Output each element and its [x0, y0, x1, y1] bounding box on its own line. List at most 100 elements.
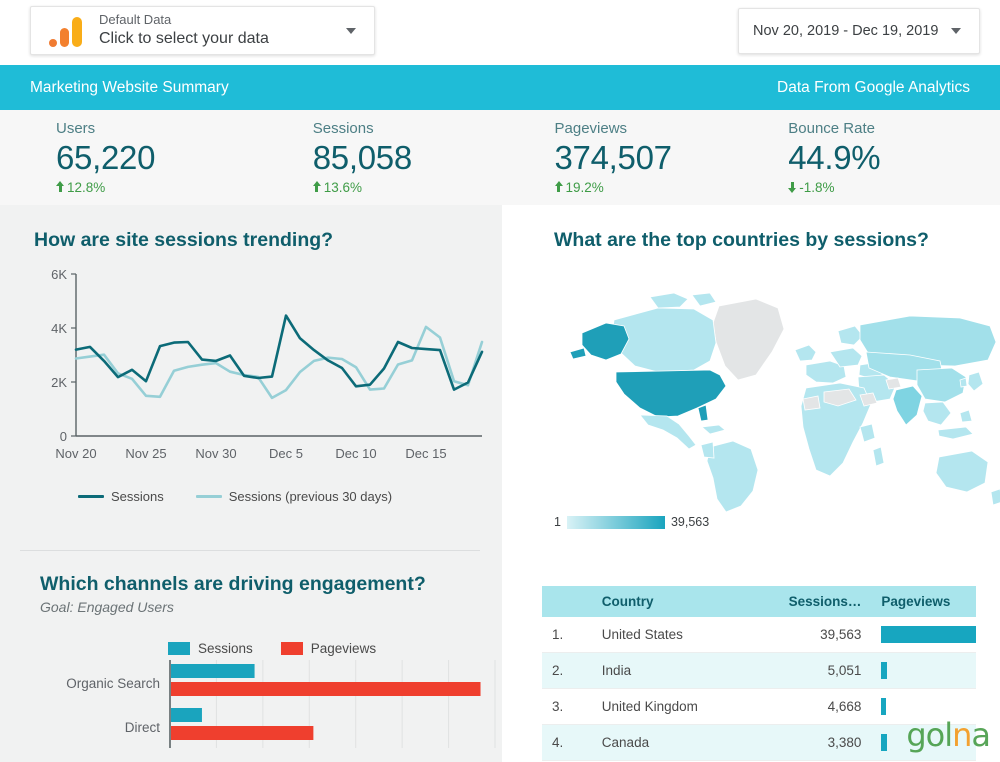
- watermark-logo: golna: [906, 716, 991, 754]
- pageviews-bar: [881, 662, 888, 679]
- arrow-up-icon: [312, 181, 321, 193]
- column-header-country[interactable]: Country: [601, 586, 752, 617]
- watermark-text-2: l: [944, 716, 953, 754]
- cell-country: United Kingdom: [601, 688, 752, 725]
- bar-chart-canvas[interactable]: Organic Search Direct: [40, 656, 496, 753]
- cell-country: India: [601, 652, 752, 689]
- scorecard-delta-value: 19.2%: [565, 179, 604, 195]
- cell-sessions: 4,668: [751, 688, 874, 725]
- scorecard-value: 374,507: [554, 139, 672, 176]
- arrow-down-icon: [788, 181, 797, 194]
- scorecard-delta: 12.8%: [56, 180, 268, 195]
- column-header-pageviews[interactable]: Pageviews: [873, 586, 976, 617]
- scorecard-value: 85,058: [312, 139, 412, 176]
- cell-sessions: 5,051: [751, 652, 874, 689]
- watermark-text-1: go: [906, 716, 945, 754]
- scorecard-label: Users: [56, 120, 96, 137]
- kpi-scorecard-row: Users 65,220 12.8% Sessions 85,058 13.6%…: [0, 110, 1000, 205]
- sessions-trend-chart-block: How are site sessions trending? 0 2K 4K 6K N…: [0, 205, 502, 504]
- world-map-svg: [569, 292, 1000, 513]
- column-header-sessions[interactable]: Sessions…: [751, 586, 874, 617]
- scorecard-users[interactable]: Users 65,220 12.8%: [0, 110, 268, 205]
- scorecard-bounce-rate[interactable]: Bounce Rate 44.9% -1.8%: [766, 110, 1000, 205]
- legend-swatch-sessions: [78, 495, 104, 498]
- country-table-header: Country Sessions… Pageviews: [542, 586, 976, 617]
- line-chart-title: How are site sessions trending?: [34, 229, 334, 251]
- column-header-rank[interactable]: [542, 586, 602, 617]
- legend-swatch-sessions-previous: [195, 495, 222, 498]
- scorecard-delta: -1.8%: [788, 180, 1000, 195]
- svg-text:Nov 30: Nov 30: [195, 446, 236, 461]
- date-range-selector[interactable]: Nov 20, 2019 - Dec 19, 2019: [738, 8, 980, 54]
- bar-legend-swatch-pageviews: [280, 642, 303, 655]
- cell-rank: 2.: [542, 652, 602, 689]
- report-title-band: Marketing Website Summary Data From Goog…: [0, 65, 1000, 110]
- data-source-text: Default Data Click to select your data: [91, 12, 346, 48]
- scorecard-label: Pageviews: [554, 120, 628, 137]
- bar-legend-label: Sessions: [198, 641, 253, 656]
- channels-bar-chart-block: Which channels are driving engagement? G…: [40, 573, 496, 753]
- report-title: Marketing Website Summary: [30, 78, 229, 96]
- legend-label: Sessions (previous 30 days): [228, 489, 393, 504]
- watermark-text-4: a: [971, 716, 991, 754]
- data-source-subtitle: Click to select your data: [99, 29, 269, 47]
- svg-text:4K: 4K: [51, 321, 67, 336]
- watermark-text-3: n: [952, 716, 972, 754]
- table-row[interactable]: 1. United States 39,563: [542, 617, 976, 653]
- cell-rank: 4.: [542, 724, 602, 761]
- cell-country: United States: [601, 617, 752, 653]
- data-source-title: Default Data: [99, 12, 172, 28]
- chevron-down-icon[interactable]: [346, 27, 356, 34]
- arrow-up-icon: [56, 181, 64, 193]
- legend-item-sessions-previous[interactable]: Sessions (previous 30 days): [195, 489, 393, 504]
- pageviews-bar: [881, 734, 888, 751]
- map-legend-max: 39,563: [670, 515, 710, 529]
- svg-text:Direct: Direct: [125, 720, 161, 735]
- bar-legend-label: Pageviews: [310, 641, 377, 656]
- line-chart-canvas[interactable]: 0 2K 4K 6K Nov 20 Nov 25 Nov 30 Dec 5 Dec 10 Dec …: [34, 264, 502, 479]
- bar-legend-item-pageviews[interactable]: Pageviews: [280, 641, 377, 656]
- bar-legend-item-sessions[interactable]: Sessions: [168, 641, 253, 656]
- pageviews-bar: [881, 626, 976, 643]
- scorecard-delta-value: -1.8%: [799, 179, 835, 195]
- left-panel: How are site sessions trending? 0 2K 4K 6K N…: [0, 205, 502, 762]
- svg-text:Nov 20: Nov 20: [55, 446, 96, 461]
- cell-pageviews-bar: [873, 652, 976, 689]
- svg-text:6K: 6K: [51, 267, 67, 282]
- panel-divider: [20, 550, 480, 551]
- bar-legend-swatch-sessions: [168, 642, 190, 655]
- legend-label: Sessions: [111, 489, 164, 504]
- scorecard-label: Bounce Rate: [788, 120, 875, 137]
- arrow-up-icon: [554, 181, 563, 193]
- map-legend-min: 1: [554, 515, 561, 529]
- data-source-selector[interactable]: Default Data Click to select your data: [30, 6, 375, 55]
- scorecard-pageviews[interactable]: Pageviews 374,507 19.2%: [525, 110, 767, 205]
- line-chart-legend: Sessions Sessions (previous 30 days): [78, 489, 502, 504]
- bar-chart-svg: Organic Search Direct: [66, 660, 496, 748]
- bar-chart-title: Which channels are driving engagement?: [40, 573, 426, 595]
- scorecard-delta-value: 12.8%: [67, 179, 106, 195]
- table-header-row: Country Sessions… Pageviews: [542, 586, 976, 617]
- svg-text:Dec 5: Dec 5: [269, 446, 303, 461]
- geo-map-block: What are the top countries by sessions? …: [502, 205, 1000, 529]
- cell-country: Canada: [601, 724, 752, 761]
- google-analytics-logo-icon: [39, 15, 91, 47]
- cell-pageviews-bar: [873, 617, 976, 653]
- map-canvas[interactable]: [560, 262, 1000, 537]
- svg-text:0: 0: [60, 429, 67, 444]
- data-source-label: Data From Google Analytics: [777, 78, 970, 96]
- svg-text:Nov 25: Nov 25: [125, 446, 166, 461]
- bar-chart-subtitle: Goal: Engaged Users: [40, 599, 174, 615]
- scorecard-sessions[interactable]: Sessions 85,058 13.6%: [268, 110, 525, 205]
- top-toolbar: Default Data Click to select your data N…: [0, 0, 1000, 65]
- svg-text:Organic Search: Organic Search: [66, 676, 160, 691]
- scorecard-delta: 13.6%: [312, 180, 525, 195]
- svg-text:2K: 2K: [51, 375, 67, 390]
- scorecard-delta: 19.2%: [554, 179, 767, 195]
- svg-text:Dec 15: Dec 15: [405, 446, 446, 461]
- table-row[interactable]: 2. India 5,051: [542, 652, 976, 689]
- map-legend-gradient: [566, 515, 665, 529]
- scorecard-value: 44.9%: [788, 139, 881, 176]
- chevron-down-icon[interactable]: [951, 28, 961, 34]
- legend-item-sessions[interactable]: Sessions: [78, 489, 164, 504]
